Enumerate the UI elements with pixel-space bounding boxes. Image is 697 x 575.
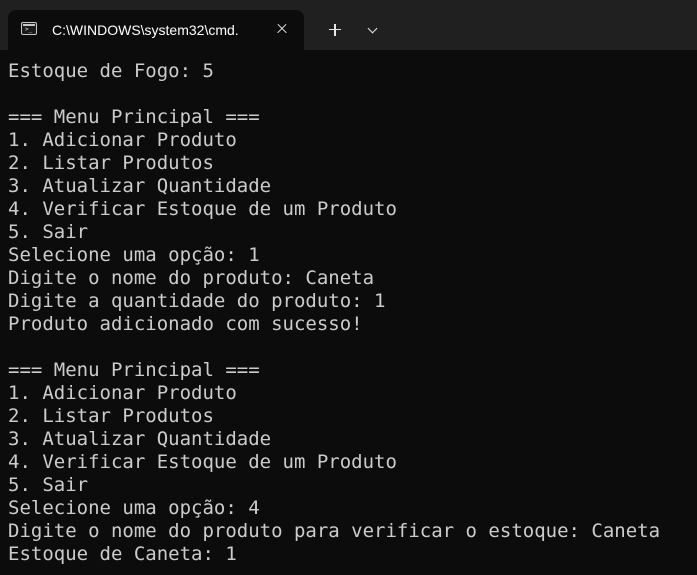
- console-line: Estoque de Fogo: 5: [8, 60, 214, 82]
- tab-title: C:\WINDOWS\system32\cmd.: [52, 22, 239, 38]
- console-line: Digite a quantidade do produto: 1: [8, 290, 386, 312]
- title-bar: >_ C:\WINDOWS\system32\cmd.: [0, 0, 697, 50]
- console-line: 4. Verificar Estoque de um Produto: [8, 198, 397, 220]
- terminal-window: >_ C:\WINDOWS\system32\cmd. Estoque de F…: [0, 0, 697, 575]
- console-line: === Menu Principal ===: [8, 106, 260, 128]
- console-line: Selecione uma opção: 4: [8, 497, 260, 519]
- terminal-icon-prompt: >_: [25, 26, 33, 33]
- console-line: 1. Adicionar Produto: [8, 382, 237, 404]
- terminal-icon: >_: [21, 22, 37, 35]
- console-line: 4. Verificar Estoque de um Produto: [8, 451, 397, 473]
- console-line: 5. Sair: [8, 221, 89, 243]
- console-line: 1. Adicionar Produto: [8, 129, 237, 151]
- console-line: Digite o nome do produto: Caneta: [8, 267, 375, 289]
- console-line: Produto adicionado com sucesso!: [8, 313, 363, 335]
- new-tab-plus-icon[interactable]: [324, 19, 346, 41]
- console-output[interactable]: Estoque de Fogo: 5 === Menu Principal ===…: [8, 60, 697, 575]
- console-line: 5. Sair: [8, 474, 89, 496]
- console-line: === Menu Principal ===: [8, 359, 260, 381]
- console-line: Estoque de Caneta: 1: [8, 543, 237, 565]
- terminal-tab[interactable]: >_ C:\WINDOWS\system32\cmd.: [8, 10, 304, 50]
- tab-dropdown-chevron-icon[interactable]: [362, 19, 384, 41]
- console-line: Selecione uma opção: 1: [8, 244, 260, 266]
- close-tab-icon[interactable]: [272, 19, 292, 39]
- console-line: 3. Atualizar Quantidade: [8, 428, 272, 450]
- console-line: 2. Listar Produtos: [8, 152, 214, 174]
- console-line: 2. Listar Produtos: [8, 405, 214, 427]
- console-line: Digite o nome do produto para verificar …: [8, 520, 661, 542]
- console-line: 3. Atualizar Quantidade: [8, 175, 272, 197]
